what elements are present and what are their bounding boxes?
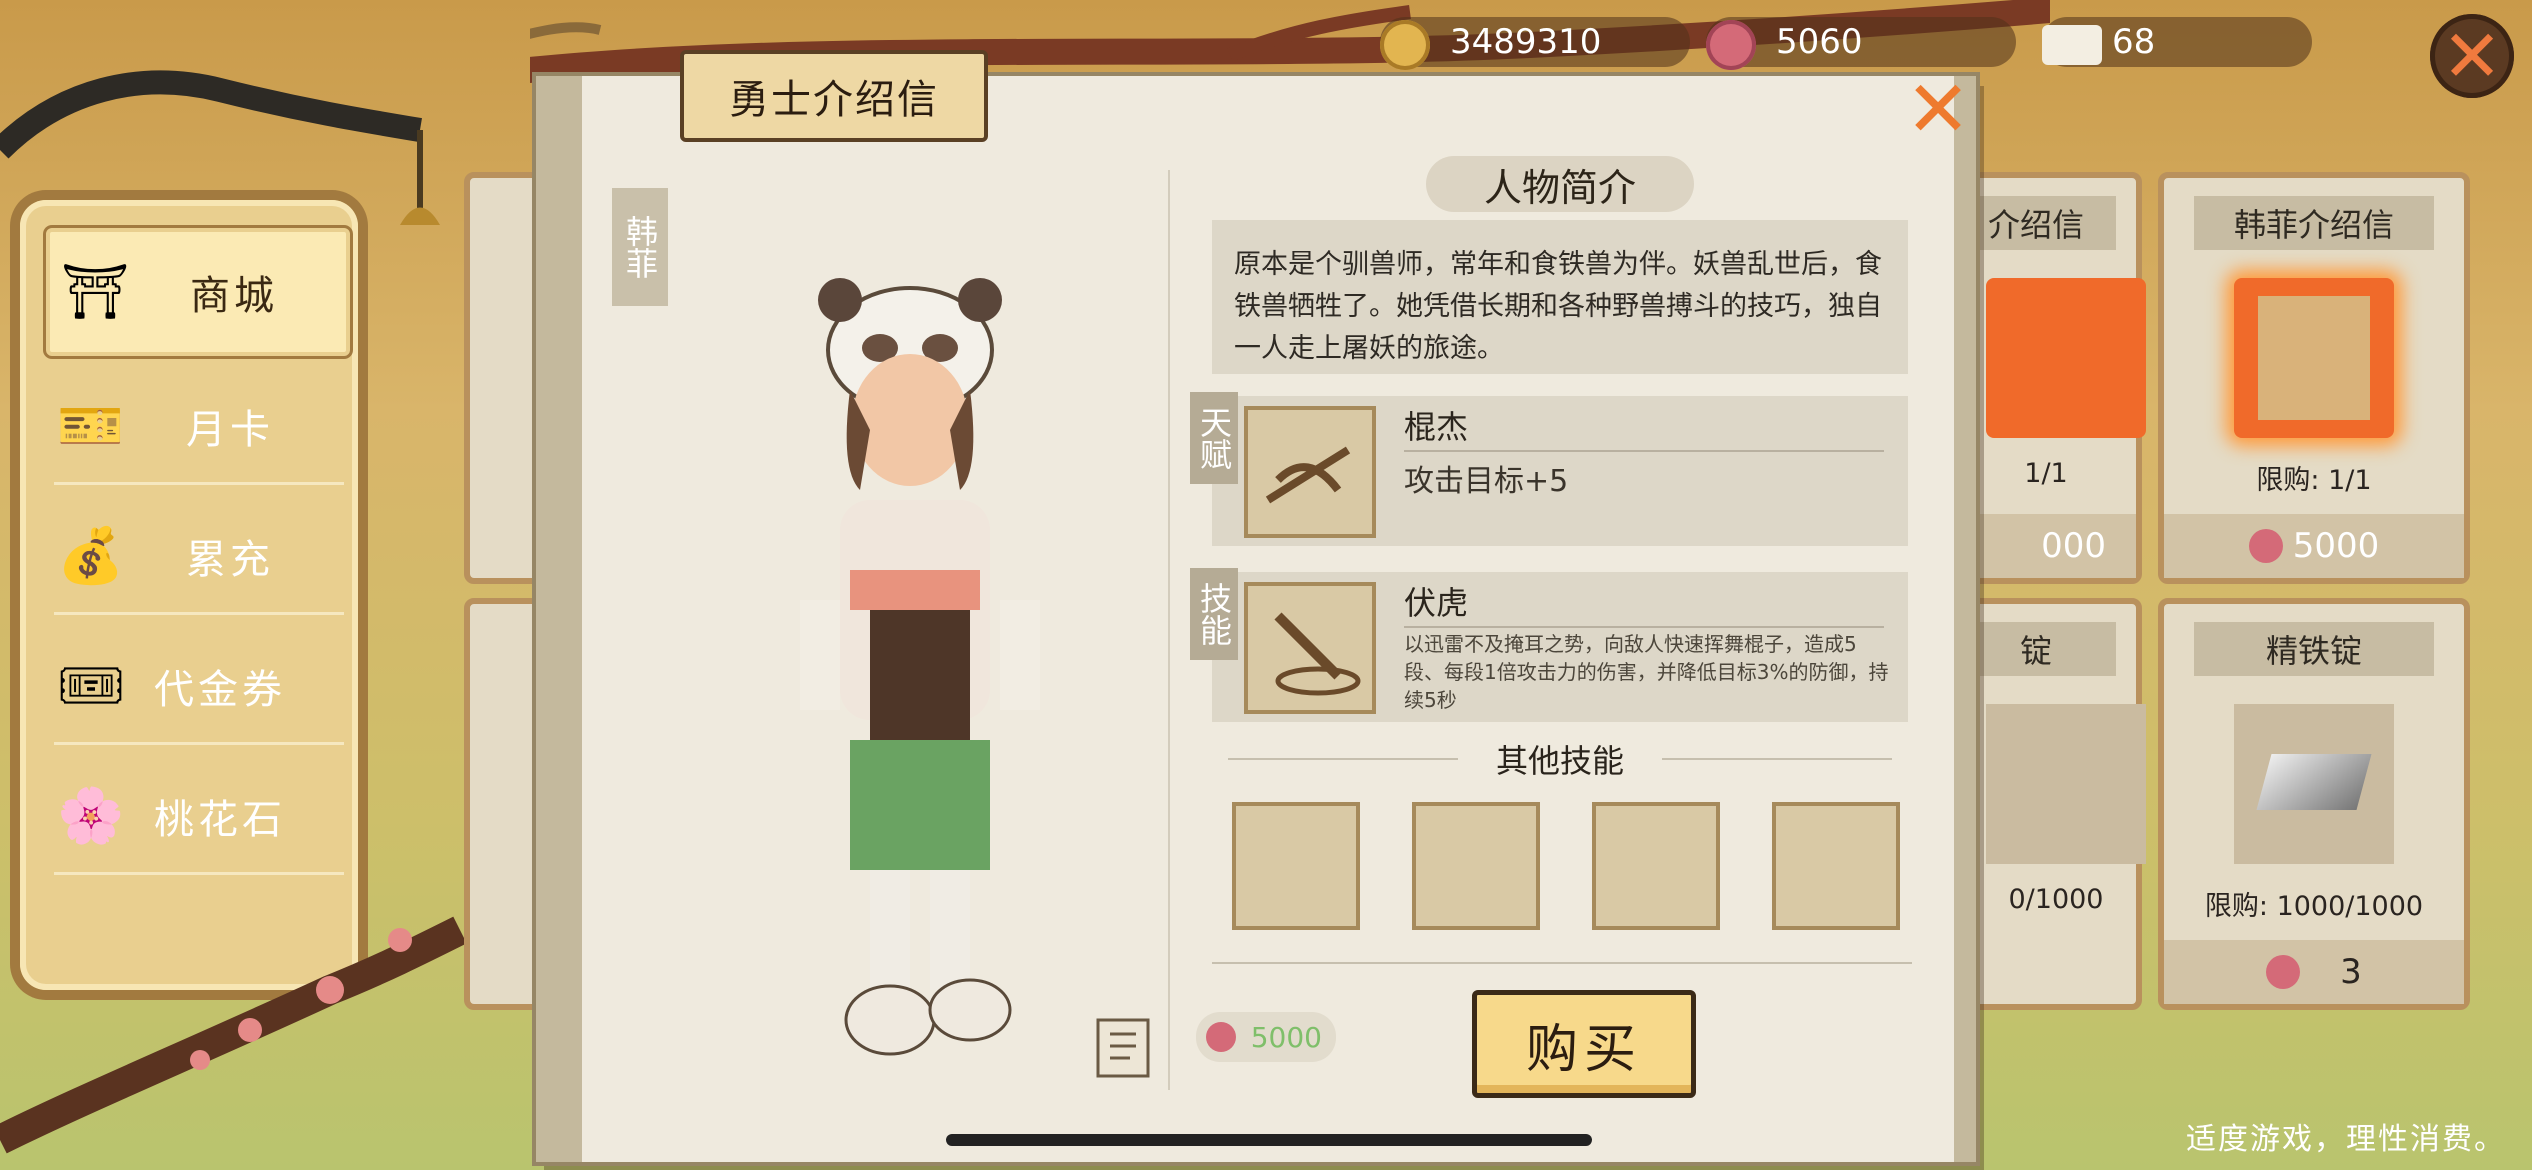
- dialog-banner: 勇士介绍信: [680, 50, 988, 142]
- shop-menu: ⛩ 商城 🎫 月卡 💰 累充 🎟 代金券 🌸 桃花石: [20, 200, 358, 990]
- menu-item-label: 月卡: [186, 407, 274, 453]
- dialog-price: 5000: [1196, 1012, 1336, 1062]
- iron-ingot-icon: [2234, 704, 2394, 864]
- introduction-letter-icon: [2234, 278, 2394, 438]
- shop-card-title: 韩菲介绍信: [2194, 196, 2434, 250]
- scroll-icon[interactable]: [1090, 1010, 1160, 1086]
- plum-branch-decoration: [0, 916, 467, 1154]
- menu-item-voucher[interactable]: 🎟 代金券: [46, 626, 342, 746]
- price-value: 3: [2340, 952, 2362, 992]
- peach-stone-value: 5060: [1776, 22, 1863, 62]
- close-icon: ✕: [1905, 65, 1971, 155]
- talent-line: [1404, 450, 1884, 452]
- talent-desc: 攻击目标+5: [1404, 464, 1569, 499]
- price-value: 5000: [2292, 526, 2380, 566]
- shop-card-title: 精铁锭: [2194, 622, 2434, 676]
- peach-stone-icon: [1206, 1022, 1236, 1052]
- profile-title: 人物简介: [1426, 156, 1694, 212]
- profile-text: 原本是个驯兽师，常年和食铁兽为伴。妖兽乱世后，食铁兽牺牲了。她凭借长期和各种野兽…: [1212, 220, 1908, 374]
- menu-item-peach-stone[interactable]: 🌸 桃花石: [46, 756, 342, 876]
- home-indicator[interactable]: [946, 1134, 1592, 1146]
- other-skill-icon-2[interactable]: [1412, 802, 1540, 930]
- menu-item-label: 累充: [186, 537, 274, 583]
- voucher-icon: 🎟: [56, 654, 126, 717]
- skill-tag: 技能: [1190, 568, 1238, 660]
- menu-item-month-card[interactable]: 🎫 月卡: [46, 366, 342, 486]
- close-dialog-button[interactable]: ✕: [1890, 62, 1986, 158]
- price-value: 5000: [1250, 1020, 1322, 1054]
- dialog-divider: [1168, 170, 1170, 1090]
- shop-card-iron-ingot[interactable]: 精铁锭 限购: 1000/1000 3: [2158, 598, 2470, 1010]
- voucher-icon: [2042, 25, 2102, 65]
- shop-card-price: 5000: [2164, 514, 2464, 578]
- footer-notice: 适度游戏，理性消费。: [2186, 1122, 2506, 1157]
- peach-stone-icon: [2266, 955, 2301, 989]
- close-icon: ✕: [2441, 14, 2503, 98]
- talent-icon[interactable]: [1244, 406, 1376, 538]
- menu-item-label: 代金券: [154, 667, 286, 713]
- buy-button[interactable]: 购买: [1472, 990, 1696, 1098]
- letter-scroll-icon: [2258, 296, 2370, 420]
- menu-divider: [54, 872, 344, 875]
- menu-item-label: 商城: [190, 273, 278, 319]
- other-skill-icon-4[interactable]: [1772, 802, 1900, 930]
- menu-divider: [54, 612, 344, 615]
- skill-icon[interactable]: [1244, 582, 1376, 714]
- menu-item-accumulate[interactable]: 💰 累充: [46, 496, 342, 616]
- skill-desc: 以迅雷不及掩耳之势，向敌人快速挥舞棍子，造成5段、每段1倍攻击力的伤害，并降低目…: [1404, 632, 1889, 712]
- hero-portrait: [800, 278, 1040, 1056]
- other-skills-title: 其他技能: [1495, 742, 1624, 780]
- skill-glyph: [1274, 612, 1361, 696]
- talent-name: 棍杰: [1404, 408, 1469, 446]
- shop-card-title: 锭: [1956, 622, 2116, 676]
- other-skill-icon-3[interactable]: [1592, 802, 1720, 930]
- menu-divider: [54, 482, 344, 485]
- pavilion-icon: ⛩: [60, 260, 130, 323]
- money-bag-icon: 💰: [57, 524, 125, 587]
- menu-item-shop[interactable]: ⛩ 商城: [46, 228, 350, 356]
- close-shop-button[interactable]: ✕: [2430, 14, 2514, 98]
- talent-glyph: [1265, 446, 1351, 504]
- shop-card-title: 介绍信: [1956, 196, 2116, 250]
- voucher-value: 68: [2112, 22, 2156, 62]
- currency-voucher: 68: [2042, 14, 2312, 70]
- peach-stone-icon: [2248, 529, 2283, 563]
- price-divider: [1212, 962, 1912, 964]
- coin-icon: [1380, 20, 1430, 70]
- talent-tag: 天赋: [1190, 392, 1238, 484]
- shop-card-limit: 限购: 1/1: [2256, 465, 2372, 496]
- skill-name: 伏虎: [1404, 584, 1469, 622]
- currency-coins: 3489310: [1380, 14, 1690, 70]
- menu-divider: [54, 742, 344, 745]
- ingot-shape: [2256, 754, 2372, 810]
- skill-row: 技能 伏虎 以迅雷不及掩耳之势，向敌人快速挥舞棍子，造成5段、每段1倍攻击力的伤…: [1190, 568, 1908, 722]
- shop-card-price: 3: [2164, 940, 2464, 1004]
- month-card-icon: 🎫: [57, 394, 125, 457]
- shop-card-hanfei-letter[interactable]: 韩菲介绍信 限购: 1/1 5000: [2158, 172, 2470, 584]
- coins-value: 3489310: [1450, 22, 1602, 62]
- peach-blossom-icon: 🌸: [57, 784, 125, 847]
- hero-name-tag: 韩菲: [612, 188, 668, 306]
- shop-card-limit: 限购: 1000/1000: [2204, 891, 2424, 922]
- letter-icon: [1986, 278, 2146, 438]
- peach-stone-icon: [1706, 20, 1756, 70]
- other-skill-icon-1[interactable]: [1232, 802, 1360, 930]
- menu-item-label: 桃花石: [154, 797, 286, 843]
- skill-line: [1404, 626, 1884, 628]
- iron-ingot-icon: [1986, 704, 2146, 864]
- talent-row: 天赋 棍杰 攻击目标+5: [1190, 392, 1908, 546]
